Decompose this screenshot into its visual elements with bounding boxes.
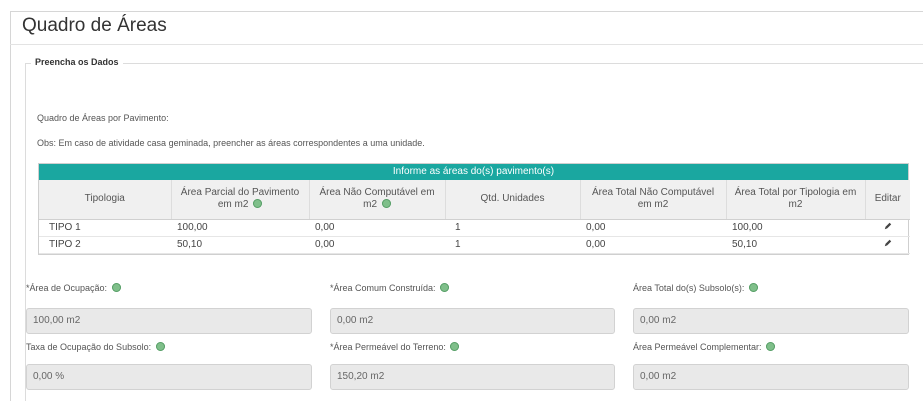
cell-tipologia: TIPO 2 bbox=[39, 236, 171, 254]
table-row[interactable]: TIPO 1 100,00 0,00 1 0,00 100,00 bbox=[39, 219, 910, 237]
col-tipologia[interactable]: Tipologia bbox=[39, 180, 172, 220]
areas-grid: Informe as áreas do(s) pavimento(s) Tipo… bbox=[38, 163, 910, 255]
edit-button[interactable] bbox=[865, 236, 910, 254]
info-icon[interactable] bbox=[381, 199, 391, 209]
col-total-tipologia[interactable]: Área Total por Tipologia em m2 bbox=[726, 180, 866, 220]
col-area-parcial-label: Área Parcial do Pavimento em m2 bbox=[180, 187, 300, 211]
area-perm-compl-label: Área Permeável Complementar: bbox=[633, 342, 776, 352]
table-row[interactable]: TIPO 2 50,10 0,00 1 0,00 50,10 bbox=[39, 236, 910, 254]
col-total-nao-computavel-label: Área Total Não Computável em m2 bbox=[591, 187, 715, 211]
col-total-tipologia-label: Área Total por Tipologia em m2 bbox=[734, 187, 857, 211]
page-title: Quadro de Áreas bbox=[22, 15, 167, 36]
area-permeavel-field[interactable]: 150,20 m2 bbox=[330, 364, 615, 390]
cell-total-tipologia: 50,10 bbox=[726, 236, 865, 254]
section-note: Obs: Em caso de atividade casa geminada,… bbox=[37, 138, 425, 148]
area-ocupacao-field[interactable]: 100,00 m2 bbox=[26, 308, 312, 334]
cell-qtd-unidades: 1 bbox=[445, 219, 580, 237]
area-subsolo-label: Área Total do(s) Subsolo(s): bbox=[633, 283, 758, 293]
cell-total-nao-computavel: 0,00 bbox=[580, 219, 726, 237]
cell-qtd-unidades: 1 bbox=[445, 236, 580, 254]
col-qtd-unidades[interactable]: Qtd. Unidades bbox=[445, 180, 581, 220]
info-icon[interactable] bbox=[253, 199, 263, 209]
areas-table: Tipologia Área Parcial do Pavimento em m… bbox=[39, 180, 910, 254]
taxa-subsolo-label: Taxa de Ocupação do Subsolo: bbox=[26, 342, 165, 352]
pencil-icon[interactable] bbox=[884, 222, 892, 230]
cell-total-nao-computavel: 0,00 bbox=[580, 236, 726, 254]
area-permeavel-label: *Área Permeável do Terreno: bbox=[330, 342, 460, 352]
area-comum-label: *Área Comum Construída: bbox=[330, 283, 450, 293]
pencil-icon[interactable] bbox=[884, 239, 892, 247]
col-area-nao-computavel-label: Área Não Computável em m2 bbox=[319, 187, 435, 211]
area-subsolo-field[interactable]: 0,00 m2 bbox=[633, 308, 909, 334]
grid-header: Informe as áreas do(s) pavimento(s) bbox=[39, 164, 908, 180]
col-tipologia-label: Tipologia bbox=[84, 193, 125, 205]
taxa-subsolo-field[interactable]: 0,00 % bbox=[26, 364, 312, 390]
col-qtd-unidades-label: Qtd. Unidades bbox=[480, 193, 545, 205]
area-comum-field[interactable]: 0,00 m2 bbox=[330, 308, 615, 334]
info-icon[interactable] bbox=[111, 283, 121, 292]
info-icon[interactable] bbox=[766, 342, 776, 351]
cell-tipologia: TIPO 1 bbox=[39, 219, 171, 237]
info-icon[interactable] bbox=[155, 342, 165, 351]
info-icon[interactable] bbox=[450, 342, 460, 351]
title-divider bbox=[10, 44, 923, 45]
col-editar-label: Editar bbox=[874, 193, 901, 205]
cell-area-nao-computavel: 0,00 bbox=[309, 219, 445, 237]
table-header-row: Tipologia Área Parcial do Pavimento em m… bbox=[39, 180, 910, 220]
col-editar: Editar bbox=[865, 180, 910, 220]
col-area-nao-computavel[interactable]: Área Não Computável em m2 bbox=[309, 180, 446, 220]
col-area-parcial[interactable]: Área Parcial do Pavimento em m2 bbox=[171, 180, 310, 220]
col-total-nao-computavel[interactable]: Área Total Não Computável em m2 bbox=[580, 180, 727, 220]
area-perm-compl-field[interactable]: 0,00 m2 bbox=[633, 364, 909, 390]
area-ocupacao-label: *Área de Ocupação: bbox=[26, 283, 121, 293]
cell-total-tipologia: 100,00 bbox=[726, 219, 865, 237]
edit-button[interactable] bbox=[865, 219, 910, 237]
cell-area-parcial: 50,10 bbox=[171, 236, 309, 254]
info-icon[interactable] bbox=[440, 283, 450, 292]
info-icon[interactable] bbox=[748, 283, 758, 292]
fieldset-legend: Preencha os Dados bbox=[31, 57, 123, 67]
cell-area-nao-computavel: 0,00 bbox=[309, 236, 445, 254]
cell-area-parcial: 100,00 bbox=[171, 219, 309, 237]
section-subtitle: Quadro de Áreas por Pavimento: bbox=[37, 113, 169, 123]
